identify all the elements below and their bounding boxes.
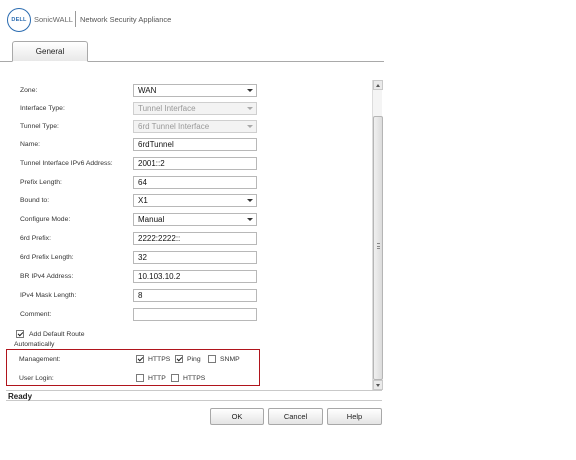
bound-to-value: X1: [138, 196, 148, 205]
tunnel-ipv6-row: Tunnel Interface IPv6 Address: 2001::2: [6, 157, 372, 171]
prefix-length-input[interactable]: 64: [133, 176, 257, 189]
br-ipv4-input[interactable]: 10.103.10.2: [133, 270, 257, 283]
tab-general[interactable]: General: [12, 41, 88, 62]
comment-label: Comment:: [20, 311, 52, 318]
ipv4-mask-length-row: IPv4 Mask Length: 8: [6, 289, 372, 303]
tunnel-type-label: Tunnel Type:: [20, 123, 59, 130]
help-button[interactable]: Help: [327, 408, 382, 425]
user-login-label: User Login:: [19, 375, 54, 382]
prefix-length-row: Prefix Length: 64: [6, 176, 372, 190]
user-login-http-label: HTTP: [148, 374, 166, 382]
management-ping-label: Ping: [187, 355, 201, 363]
grip-icon: [377, 243, 380, 249]
management-highlight-box: Management: HTTPS Ping SNMP User Login: …: [6, 349, 260, 386]
interface-settings-form: Zone: WAN Interface Type: Tunnel Interfa…: [6, 80, 372, 390]
management-snmp-checkbox[interactable]: [208, 355, 216, 363]
header-divider: [75, 11, 76, 27]
chevron-down-icon: [247, 107, 253, 110]
br-ipv4-row: BR IPv4 Address: 10.103.10.2: [6, 270, 372, 284]
tunnel-type-select: 6rd Tunnel Interface: [133, 120, 257, 133]
ok-button[interactable]: OK: [210, 408, 264, 425]
management-ping-option: Ping: [175, 355, 201, 363]
scroll-down-icon[interactable]: [373, 380, 383, 390]
tab-bar: General: [0, 41, 384, 62]
scrollbar-thumb[interactable]: [373, 116, 383, 380]
user-login-https-checkbox[interactable]: [171, 374, 179, 382]
name-row: Name: 6rdTunnel: [6, 138, 372, 152]
management-ping-checkbox[interactable]: [175, 355, 183, 363]
management-label: Management:: [19, 356, 61, 363]
ipv4-mask-length-label: IPv4 Mask Length:: [20, 292, 77, 299]
br-ipv4-label: BR IPv4 Address:: [20, 273, 74, 280]
configure-mode-row: Configure Mode: Manual: [6, 213, 372, 227]
name-input[interactable]: 6rdTunnel: [133, 138, 257, 151]
add-default-route-label-cont: Automatically: [14, 341, 55, 348]
bound-to-select[interactable]: X1: [133, 194, 257, 207]
form-scrollbar[interactable]: [372, 80, 383, 390]
app-header: DELL SonicWALL Network Security Applianc…: [0, 0, 576, 40]
tunnel-type-value: 6rd Tunnel Interface: [138, 122, 210, 131]
status-bar: Ready: [6, 390, 382, 401]
management-snmp-option: SNMP: [208, 355, 240, 363]
add-default-route-checkbox[interactable]: [16, 330, 24, 338]
comment-row: Comment:: [6, 308, 372, 322]
add-default-route-label: Add Default Route: [29, 331, 85, 338]
management-snmp-label: SNMP: [220, 355, 240, 363]
tunnel-ipv6-label: Tunnel Interface IPv6 Address:: [20, 160, 113, 167]
zone-value: WAN: [138, 86, 157, 95]
bound-to-label: Bound to:: [20, 197, 50, 204]
chevron-down-icon: [247, 199, 253, 202]
tunnel-ipv6-input[interactable]: 2001::2: [133, 157, 257, 170]
user-login-http-option: HTTP: [136, 374, 166, 382]
configure-mode-label: Configure Mode:: [20, 216, 71, 223]
management-https-label: HTTPS: [148, 355, 171, 363]
name-label: Name:: [20, 141, 41, 148]
sixrd-prefix-row: 6rd Prefix: 2222:2222::: [6, 232, 372, 246]
configure-mode-select[interactable]: Manual: [133, 213, 257, 226]
user-login-http-checkbox[interactable]: [136, 374, 144, 382]
sixrd-prefix-length-row: 6rd Prefix Length: 32: [6, 251, 372, 265]
sixrd-prefix-length-label: 6rd Prefix Length:: [20, 254, 74, 261]
status-text: Ready: [8, 392, 33, 401]
interface-type-value: Tunnel Interface: [138, 104, 196, 113]
zone-row: Zone: WAN: [6, 84, 372, 98]
management-https-option: HTTPS: [136, 355, 170, 363]
configure-mode-value: Manual: [138, 215, 165, 224]
scroll-up-icon[interactable]: [373, 80, 383, 90]
comment-input[interactable]: [133, 308, 257, 321]
interface-type-select: Tunnel Interface: [133, 102, 257, 115]
zone-select[interactable]: WAN: [133, 84, 257, 97]
brand-name: SonicWALL: [34, 15, 73, 24]
chevron-down-icon: [247, 218, 253, 221]
bound-to-row: Bound to: X1: [6, 194, 372, 208]
dell-logo: DELL: [7, 8, 31, 32]
cancel-button[interactable]: Cancel: [268, 408, 323, 425]
prefix-length-label: Prefix Length:: [20, 179, 62, 186]
interface-type-label: Interface Type:: [20, 105, 65, 112]
interface-type-row: Interface Type: Tunnel Interface: [6, 102, 372, 116]
chevron-down-icon: [247, 89, 253, 92]
tunnel-type-row: Tunnel Type: 6rd Tunnel Interface: [6, 120, 372, 134]
chevron-down-icon: [247, 125, 253, 128]
management-https-checkbox[interactable]: [136, 355, 144, 363]
zone-label: Zone:: [20, 87, 38, 94]
user-login-https-option: HTTPS: [171, 374, 205, 382]
user-login-https-label: HTTPS: [183, 374, 206, 382]
sixrd-prefix-input[interactable]: 2222:2222::: [133, 232, 257, 245]
sixrd-prefix-length-input[interactable]: 32: [133, 251, 257, 264]
product-name: Network Security Appliance: [80, 15, 172, 24]
ipv4-mask-length-input[interactable]: 8: [133, 289, 257, 302]
sixrd-prefix-label: 6rd Prefix:: [20, 235, 51, 242]
